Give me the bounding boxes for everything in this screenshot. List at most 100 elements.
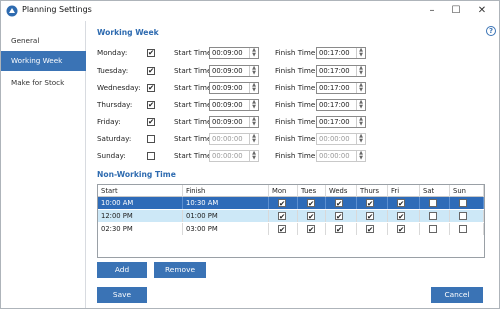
minimize-button[interactable]: – bbox=[421, 3, 443, 19]
day-checkbox[interactable] bbox=[366, 198, 374, 209]
save-button[interactable]: Save bbox=[97, 287, 147, 303]
day-checkbox[interactable] bbox=[429, 225, 437, 233]
spinner-icon[interactable]: ▲ ▼ bbox=[249, 48, 258, 58]
finish-time-input[interactable]: 00:17:00 ▲ ▼ bbox=[316, 116, 366, 128]
day-checkbox[interactable] bbox=[335, 224, 343, 235]
day-cell bbox=[326, 197, 357, 209]
day-checkbox[interactable] bbox=[366, 224, 374, 235]
day-enabled-checkbox[interactable] bbox=[147, 66, 155, 75]
spinner-icon[interactable]: ▲ ▼ bbox=[249, 151, 258, 161]
day-enabled-checkbox[interactable] bbox=[147, 100, 155, 109]
non-working-time-title: Non-Working Time bbox=[97, 170, 176, 179]
working-day-row: Wednesday: Start Time:00:09:00 ▲▼ Finish Ti… bbox=[97, 82, 477, 95]
planning-settings-icon bbox=[6, 5, 18, 17]
day-label: Thursday: bbox=[97, 100, 133, 109]
finish-time-input[interactable]: 00:17:00 ▲ ▼ bbox=[316, 82, 366, 94]
sidebar-item-label: Working Week bbox=[11, 56, 63, 65]
column-header[interactable]: Thurs bbox=[357, 185, 388, 197]
close-button[interactable]: ✕ bbox=[471, 3, 493, 19]
spinner-icon[interactable]: ▲ ▼ bbox=[356, 151, 365, 161]
start-time-input[interactable]: 00:00:00 ▲ ▼ bbox=[209, 133, 259, 145]
day-cell bbox=[420, 223, 450, 235]
day-checkbox[interactable] bbox=[335, 211, 343, 222]
day-enabled-checkbox[interactable] bbox=[147, 152, 155, 160]
spinner-icon[interactable]: ▲ ▼ bbox=[356, 66, 365, 76]
finish-cell: 10:30 AM bbox=[183, 197, 269, 209]
column-header[interactable]: Sat bbox=[420, 185, 450, 197]
spinner-icon[interactable]: ▲ ▼ bbox=[249, 117, 258, 127]
spinner-icon[interactable]: ▲ ▼ bbox=[249, 100, 258, 110]
spinner-icon[interactable]: ▲ ▼ bbox=[249, 83, 258, 93]
finish-time-input[interactable]: 00:17:00 ▲ ▼ bbox=[316, 99, 366, 111]
start-time-input[interactable]: 00:09:00 ▲ ▼ bbox=[209, 65, 259, 77]
day-cell bbox=[298, 223, 326, 235]
day-checkbox[interactable] bbox=[278, 224, 286, 235]
working-day-row: Monday: Start Time:00:09:00 ▲▼ Finish Time:… bbox=[97, 47, 477, 60]
day-checkbox[interactable] bbox=[307, 198, 315, 209]
day-checkbox[interactable] bbox=[278, 198, 286, 209]
finish-time-value: 00:00:00 bbox=[319, 152, 350, 160]
start-time-input[interactable]: 00:00:00 ▲ ▼ bbox=[209, 150, 259, 162]
column-header[interactable]: Fri bbox=[388, 185, 420, 197]
finish-time-input[interactable]: 00:17:00 ▲ ▼ bbox=[316, 47, 366, 59]
remove-button[interactable]: Remove bbox=[154, 262, 206, 278]
day-checkbox[interactable] bbox=[459, 212, 467, 220]
day-checkbox[interactable] bbox=[459, 225, 467, 233]
day-checkbox[interactable] bbox=[307, 224, 315, 235]
day-checkbox[interactable] bbox=[335, 198, 343, 209]
spinner-icon[interactable]: ▲ ▼ bbox=[356, 83, 365, 93]
finish-time-input[interactable]: 00:17:00 ▲ ▼ bbox=[316, 65, 366, 77]
column-header[interactable]: Finish bbox=[183, 185, 269, 197]
column-header[interactable]: Mon bbox=[269, 185, 298, 197]
day-checkbox[interactable] bbox=[307, 211, 315, 222]
day-enabled-checkbox[interactable] bbox=[147, 83, 155, 92]
cancel-button[interactable]: Cancel bbox=[431, 287, 483, 303]
day-checkbox[interactable] bbox=[397, 211, 405, 222]
spinner-icon[interactable]: ▲ ▼ bbox=[356, 48, 365, 58]
spinner-icon[interactable]: ▲ ▼ bbox=[356, 134, 365, 144]
finish-time-value: 00:17:00 bbox=[319, 84, 350, 92]
finish-time-input[interactable]: 00:00:00 ▲ ▼ bbox=[316, 133, 366, 145]
day-checkbox[interactable] bbox=[429, 199, 437, 207]
spinner-icon[interactable]: ▲ ▼ bbox=[249, 134, 258, 144]
column-header[interactable]: Tues bbox=[298, 185, 326, 197]
day-enabled-checkbox[interactable] bbox=[147, 117, 155, 126]
start-time-value: 00:09:00 bbox=[212, 67, 243, 75]
finish-time-label: Finish Time: bbox=[275, 134, 318, 143]
start-time-input[interactable]: 00:09:00 ▲ ▼ bbox=[209, 116, 259, 128]
start-time-label: Start Time: bbox=[174, 117, 214, 126]
day-checkbox[interactable] bbox=[278, 211, 286, 222]
start-time-input[interactable]: 00:09:00 ▲ ▼ bbox=[209, 99, 259, 111]
day-checkbox[interactable] bbox=[397, 198, 405, 209]
day-checkbox[interactable] bbox=[366, 211, 374, 222]
start-time-input[interactable]: 00:09:00 ▲ ▼ bbox=[209, 82, 259, 94]
sidebar-item-general[interactable]: General bbox=[1, 31, 86, 51]
column-header[interactable]: Weds bbox=[326, 185, 357, 197]
table-row[interactable]: 02:30 PM 03:00 PM bbox=[98, 223, 484, 235]
day-label: Monday: bbox=[97, 48, 128, 57]
column-header[interactable]: Sun bbox=[450, 185, 484, 197]
start-time-input[interactable]: 00:09:00 ▲ ▼ bbox=[209, 47, 259, 59]
spinner-icon[interactable]: ▲ ▼ bbox=[249, 66, 258, 76]
day-enabled-checkbox[interactable] bbox=[147, 48, 155, 57]
start-time-value: 00:09:00 bbox=[212, 101, 243, 109]
spinner-icon[interactable]: ▲ ▼ bbox=[356, 117, 365, 127]
table-row[interactable]: 12:00 PM 01:00 PM bbox=[98, 210, 484, 222]
sidebar-item-make-for-stock[interactable]: Make for Stock bbox=[1, 73, 86, 93]
column-header[interactable]: Start bbox=[98, 185, 183, 197]
day-checkbox[interactable] bbox=[459, 199, 467, 207]
help-icon[interactable]: ? bbox=[486, 26, 496, 36]
sidebar-item-working-week[interactable]: Working Week bbox=[1, 51, 86, 71]
spinner-icon[interactable]: ▲ ▼ bbox=[356, 100, 365, 110]
non-working-time-grid[interactable]: Start Finish Mon Tues Weds Thurs Fri Sat Sun 10:… bbox=[97, 184, 485, 258]
day-checkbox[interactable] bbox=[429, 212, 437, 220]
day-enabled-checkbox[interactable] bbox=[147, 135, 155, 143]
finish-time-input[interactable]: 00:00:00 ▲ ▼ bbox=[316, 150, 366, 162]
start-time-label: Start Time: bbox=[174, 48, 214, 57]
maximize-button[interactable]: ☐ bbox=[445, 3, 467, 19]
day-cell bbox=[357, 223, 388, 235]
day-checkbox[interactable] bbox=[397, 224, 405, 235]
working-week-title: Working Week bbox=[97, 28, 159, 37]
table-row[interactable]: 10:00 AM 10:30 AM bbox=[98, 197, 484, 209]
add-button[interactable]: Add bbox=[97, 262, 147, 278]
